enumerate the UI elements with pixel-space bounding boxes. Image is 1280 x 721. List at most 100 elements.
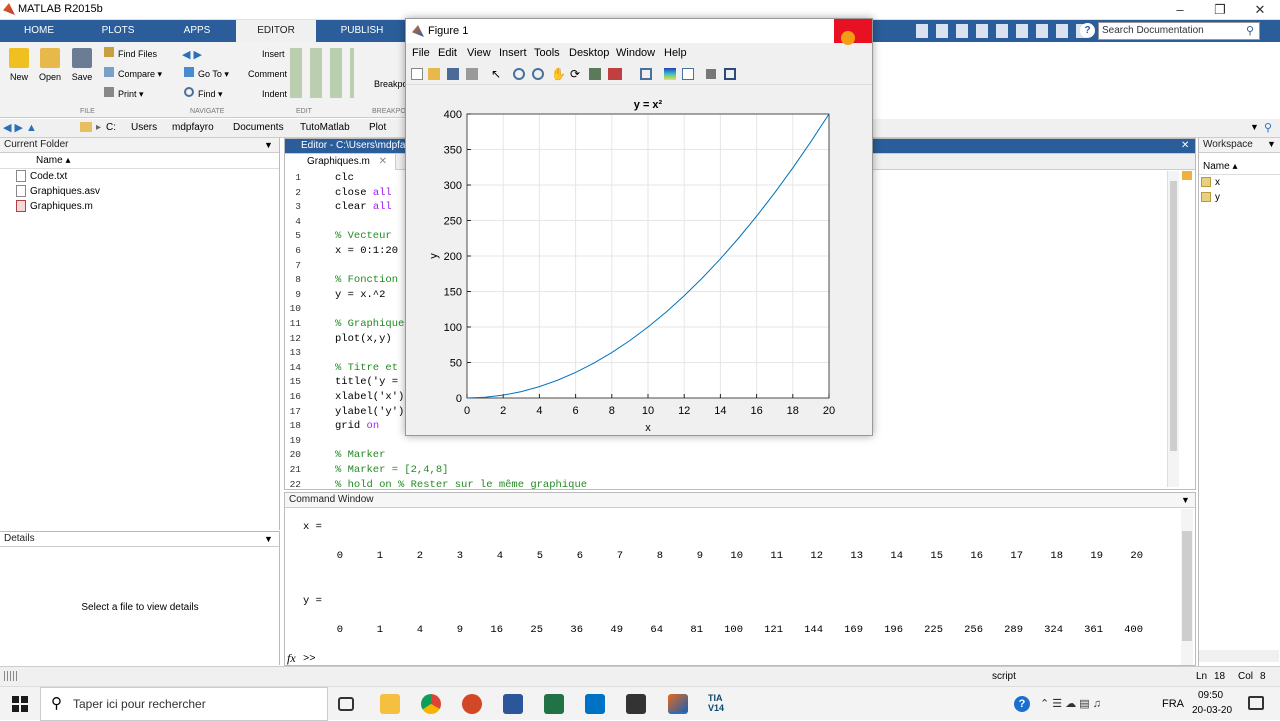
file-explorer-icon[interactable] bbox=[380, 694, 400, 714]
show-plot-tools-icon[interactable] bbox=[724, 68, 736, 80]
tab-graphiques-m[interactable]: Graphiques.m ✕ bbox=[285, 154, 396, 170]
code-line[interactable]: 19 bbox=[285, 434, 335, 449]
indent-button[interactable]: Indent bbox=[262, 86, 287, 102]
pan-icon[interactable]: ✋ bbox=[551, 68, 566, 80]
menu-insert[interactable]: Insert bbox=[499, 47, 527, 59]
tab-home[interactable]: HOME bbox=[0, 20, 78, 42]
search-icon[interactable]: ⚲ bbox=[1246, 24, 1254, 37]
link-icon[interactable] bbox=[640, 68, 652, 80]
save-button[interactable]: Save bbox=[67, 48, 97, 82]
save-figure-icon[interactable] bbox=[447, 68, 459, 80]
edit-plot-icon[interactable]: ↖ bbox=[491, 68, 503, 80]
menu-edit[interactable]: Edit bbox=[438, 47, 457, 59]
breadcrumb-plot[interactable]: Plot bbox=[369, 122, 386, 133]
outlook-icon[interactable] bbox=[585, 694, 605, 714]
chrome-icon[interactable] bbox=[421, 694, 441, 714]
clock-time[interactable]: 09:50 bbox=[1198, 690, 1223, 701]
rotate-icon[interactable]: ⟳ bbox=[570, 68, 582, 80]
code-line[interactable]: 20 % Marker bbox=[285, 448, 386, 463]
breadcrumb-user[interactable]: mdpfayro bbox=[172, 122, 214, 133]
matlab-taskbar-icon[interactable] bbox=[668, 694, 688, 714]
insert-button[interactable]: Insert bbox=[262, 46, 285, 62]
workspace-menu-icon[interactable]: ▼ bbox=[1267, 139, 1276, 149]
file-item[interactable]: Graphiques.asv bbox=[0, 184, 279, 199]
name-column-header[interactable]: Name ▴ bbox=[0, 153, 279, 169]
breadcrumb-users[interactable]: Users bbox=[131, 122, 157, 133]
tab-apps[interactable]: APPS bbox=[158, 20, 236, 42]
cmd-scrollbar[interactable] bbox=[1181, 509, 1193, 665]
editor-scrollbar[interactable] bbox=[1167, 171, 1179, 487]
back-forward-icons[interactable]: ◀ ▶ bbox=[182, 48, 216, 61]
windows-start-icon[interactable] bbox=[12, 696, 28, 712]
address-nav-icons[interactable]: ◀ ▶ ▲ bbox=[3, 121, 37, 134]
close-tab-icon[interactable]: ✕ bbox=[379, 156, 387, 167]
workspace-hscrollbar[interactable] bbox=[1199, 650, 1279, 662]
code-line[interactable]: 14 % Titre et bbox=[285, 361, 398, 376]
code-line[interactable]: 21 % Marker = [2,4,8] bbox=[285, 463, 449, 478]
details-collapse-icon[interactable]: ▼ bbox=[264, 534, 273, 544]
new-button[interactable]: New bbox=[4, 48, 34, 82]
tray-icons[interactable]: ⌃ ☰ ☁ ▤ ♫ bbox=[1040, 697, 1101, 710]
menu-help[interactable]: Help bbox=[664, 47, 687, 59]
comment-button[interactable]: Comment bbox=[248, 66, 287, 82]
workspace-name-header[interactable]: Name ▴ bbox=[1199, 159, 1280, 175]
code-line[interactable]: 7 bbox=[285, 259, 335, 274]
code-line[interactable]: 12 plot(x,y) bbox=[285, 332, 392, 347]
code-line[interactable]: 10 bbox=[285, 302, 335, 317]
hide-plot-tools-icon[interactable] bbox=[706, 69, 716, 79]
tab-plots[interactable]: PLOTS bbox=[78, 20, 158, 42]
code-line[interactable]: 18 grid on bbox=[285, 419, 380, 434]
code-line[interactable]: 16 xlabel('x') bbox=[285, 390, 405, 405]
breakpoints-button[interactable]: Breakpo bbox=[374, 76, 408, 92]
clock-date[interactable]: 20-03-20 bbox=[1192, 705, 1232, 716]
open-file-icon[interactable] bbox=[428, 68, 440, 80]
find-files-button[interactable]: Find Files bbox=[104, 46, 157, 62]
edit-tool-icons[interactable] bbox=[290, 48, 354, 98]
colorbar-icon[interactable] bbox=[664, 68, 676, 80]
code-line[interactable]: 2 close all bbox=[285, 186, 391, 201]
breadcrumb-drive[interactable]: C: bbox=[106, 122, 116, 133]
variable-x[interactable]: x bbox=[1199, 175, 1280, 190]
code-line[interactable]: 22 % hold on % Rester sur le même graphiq… bbox=[285, 478, 587, 493]
compare-button[interactable]: Compare ▾ bbox=[104, 66, 162, 82]
close-app-button[interactable]: ✕ bbox=[1240, 0, 1280, 20]
print-figure-icon[interactable] bbox=[466, 68, 478, 80]
powerpoint-icon[interactable] bbox=[462, 694, 482, 714]
minimize-button[interactable]: – bbox=[1160, 0, 1200, 20]
word-icon[interactable] bbox=[503, 694, 523, 714]
code-line[interactable]: 5 % Vecteur bbox=[285, 229, 391, 244]
brush-icon[interactable] bbox=[608, 68, 622, 80]
pane-menu-icon[interactable]: ▼ bbox=[264, 140, 273, 150]
code-line[interactable]: 6 x = 0:1:20 bbox=[285, 244, 398, 259]
zoom-in-icon[interactable] bbox=[513, 68, 525, 80]
open-button[interactable]: Open bbox=[35, 48, 65, 82]
code-line[interactable]: 1 clc bbox=[285, 171, 354, 186]
tab-publish[interactable]: PUBLISH bbox=[320, 20, 404, 42]
legend-icon[interactable] bbox=[682, 68, 694, 80]
editor-close-icon[interactable]: ✕ bbox=[1181, 140, 1189, 151]
file-item[interactable]: Graphiques.m bbox=[0, 199, 279, 214]
cmd-collapse-icon[interactable]: ▼ bbox=[1181, 495, 1190, 505]
fx-icon[interactable]: fx bbox=[287, 651, 296, 666]
figure-close-button[interactable] bbox=[834, 19, 872, 45]
address-search-icon[interactable]: ⚲ bbox=[1264, 121, 1272, 134]
menu-window[interactable]: Window bbox=[616, 47, 655, 59]
address-dropdown-icon[interactable]: ▼ bbox=[1250, 122, 1259, 132]
find-button[interactable]: Find ▾ bbox=[184, 86, 223, 102]
language-indicator[interactable]: FRA bbox=[1162, 698, 1184, 710]
code-line[interactable]: 15 title('y = bbox=[285, 375, 398, 390]
search-documentation-input[interactable]: Search Documentation bbox=[1098, 22, 1260, 40]
help-icon[interactable]: ? bbox=[1080, 23, 1095, 38]
code-line[interactable]: 17 ylabel('y') bbox=[285, 405, 405, 420]
code-line[interactable]: 13 bbox=[285, 346, 335, 361]
notifications-icon[interactable] bbox=[1248, 696, 1264, 710]
quick-access-icons[interactable] bbox=[916, 24, 1086, 38]
taskbar-search-box[interactable]: ⚲ Taper ici pour rechercher bbox=[40, 687, 328, 721]
new-figure-icon[interactable] bbox=[411, 68, 423, 80]
menu-view[interactable]: View bbox=[467, 47, 491, 59]
maximize-button[interactable]: ❐ bbox=[1200, 0, 1240, 20]
print-button[interactable]: Print ▾ bbox=[104, 86, 144, 102]
go-to-button[interactable]: Go To ▾ bbox=[184, 66, 229, 82]
variable-y[interactable]: y bbox=[1199, 190, 1280, 205]
code-line[interactable]: 11 % Graphique bbox=[285, 317, 405, 332]
